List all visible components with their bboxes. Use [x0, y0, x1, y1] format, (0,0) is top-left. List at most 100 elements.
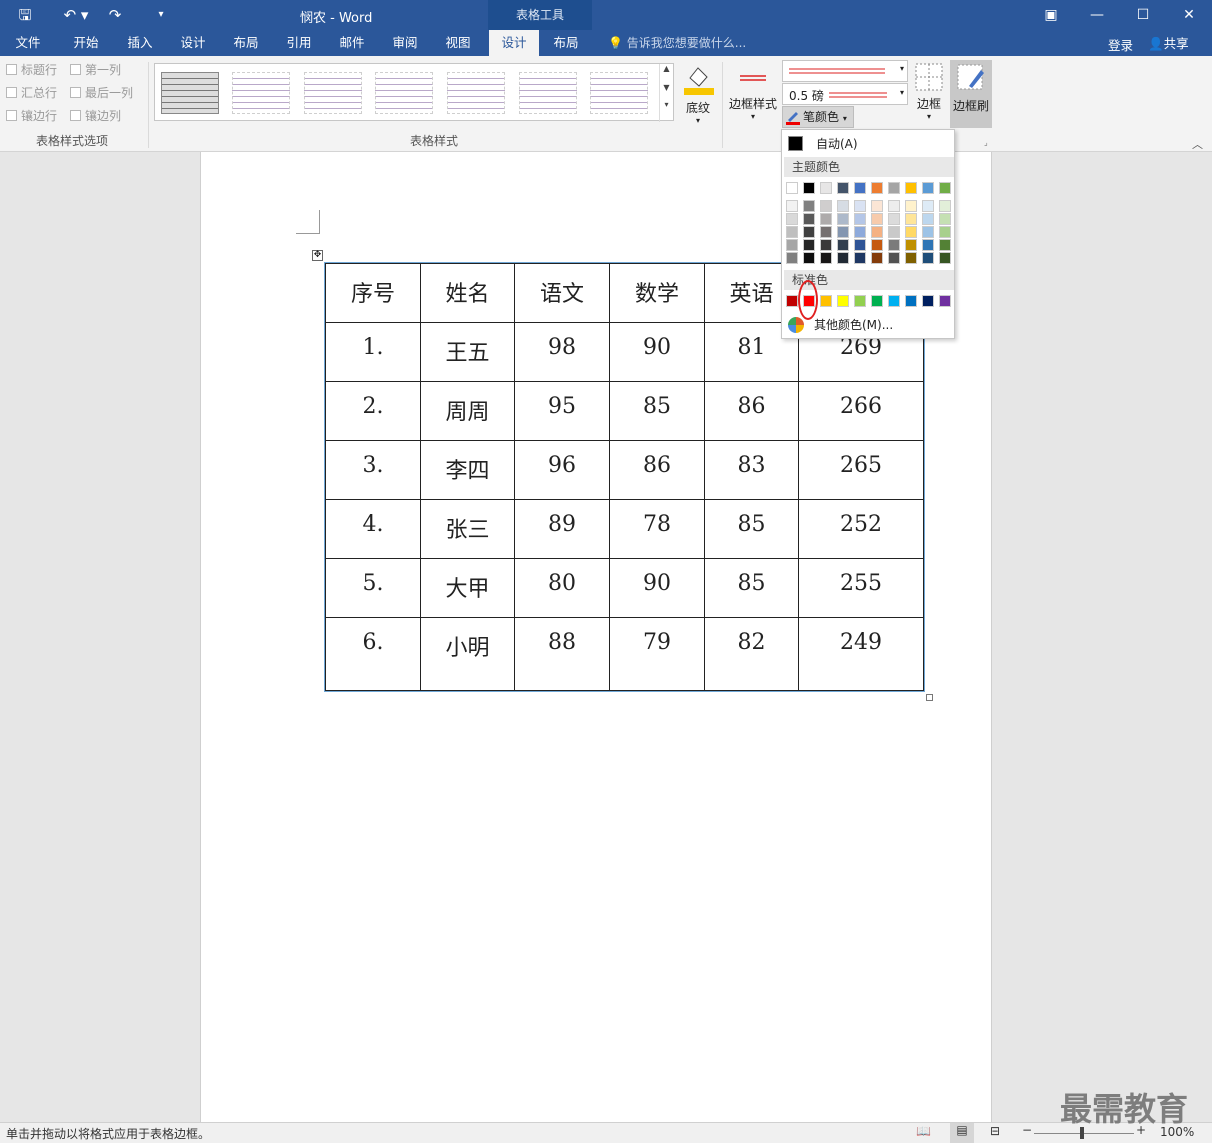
theme-color-swatch[interactable]: [820, 182, 832, 194]
theme-shade-swatch[interactable]: [939, 226, 951, 238]
theme-shade-swatch[interactable]: [803, 213, 815, 225]
redo-icon[interactable]: ↷: [104, 4, 126, 26]
theme-color-swatch[interactable]: [888, 182, 900, 194]
table-cell[interactable]: 96: [514, 440, 610, 500]
table-cell[interactable]: 6.: [325, 617, 421, 691]
table-header-cell[interactable]: 序号: [325, 263, 421, 323]
tab-view[interactable]: 视图: [434, 30, 482, 56]
theme-shade-swatch[interactable]: [922, 200, 934, 212]
theme-shade-swatch[interactable]: [905, 252, 917, 264]
table-cell[interactable]: 4.: [325, 499, 421, 559]
tab-layout[interactable]: 布局: [222, 30, 270, 56]
tab-references[interactable]: 引用: [275, 30, 323, 56]
theme-shade-swatch[interactable]: [939, 200, 951, 212]
theme-shade-swatch[interactable]: [803, 226, 815, 238]
theme-color-swatch[interactable]: [871, 182, 883, 194]
scroll-up-icon[interactable]: ▲: [660, 64, 673, 73]
standard-color-swatch[interactable]: [905, 295, 917, 307]
theme-shade-swatch[interactable]: [820, 213, 832, 225]
theme-shade-swatch[interactable]: [786, 213, 798, 225]
theme-shade-swatch[interactable]: [837, 252, 849, 264]
tab-table-design[interactable]: 设计: [489, 30, 539, 56]
ribbon-display-options-icon[interactable]: ▣: [1028, 2, 1074, 28]
theme-color-swatch[interactable]: [922, 182, 934, 194]
tab-insert[interactable]: 插入: [116, 30, 164, 56]
tell-me-search[interactable]: 💡 告诉我您想要做什么...: [608, 30, 746, 56]
table-cell[interactable]: 85: [704, 558, 799, 618]
table-cell[interactable]: 252: [798, 499, 924, 559]
table-cell[interactable]: 266: [798, 381, 924, 441]
theme-color-swatch[interactable]: [905, 182, 917, 194]
scroll-down-icon[interactable]: ▼: [660, 83, 673, 92]
table-cell[interactable]: 小明: [420, 617, 515, 691]
table-cell[interactable]: 95: [514, 381, 610, 441]
last-column-checkbox[interactable]: 最后一列: [70, 84, 133, 102]
theme-shade-swatch[interactable]: [854, 200, 866, 212]
theme-color-swatch[interactable]: [803, 182, 815, 194]
standard-color-swatch[interactable]: [871, 295, 883, 307]
table-cell[interactable]: 255: [798, 558, 924, 618]
gallery-more-icon[interactable]: ▾: [660, 100, 673, 109]
undo-icon[interactable]: ↶ ▾: [58, 4, 94, 26]
table-cell[interactable]: 86: [704, 381, 799, 441]
theme-shade-swatch[interactable]: [786, 252, 798, 264]
total-row-checkbox[interactable]: 汇总行: [6, 84, 57, 102]
table-cell[interactable]: 249: [798, 617, 924, 691]
theme-shade-swatch[interactable]: [871, 213, 883, 225]
table-style-thumbnail[interactable]: [590, 72, 648, 114]
table-style-thumbnail[interactable]: [304, 72, 362, 114]
table-cell[interactable]: 82: [704, 617, 799, 691]
theme-shade-swatch[interactable]: [854, 226, 866, 238]
standard-color-swatch[interactable]: [854, 295, 866, 307]
table-cell[interactable]: 265: [798, 440, 924, 500]
theme-shade-swatch[interactable]: [905, 200, 917, 212]
table-cell[interactable]: 89: [514, 499, 610, 559]
theme-shade-swatch[interactable]: [820, 239, 832, 251]
theme-shade-swatch[interactable]: [854, 252, 866, 264]
table-cell[interactable]: 90: [609, 558, 705, 618]
share-button[interactable]: 👤共享: [1148, 33, 1189, 52]
table-cell[interactable]: 78: [609, 499, 705, 559]
zoom-out-button[interactable]: −: [1022, 1123, 1032, 1137]
theme-shade-swatch[interactable]: [905, 226, 917, 238]
pen-color-button[interactable]: 笔颜色 ▾: [782, 106, 854, 128]
table-header-cell[interactable]: 语文: [514, 263, 610, 323]
table-cell[interactable]: 86: [609, 440, 705, 500]
theme-shade-swatch[interactable]: [786, 200, 798, 212]
standard-color-swatch[interactable]: [888, 295, 900, 307]
theme-shade-swatch[interactable]: [888, 213, 900, 225]
table-cell[interactable]: 79: [609, 617, 705, 691]
theme-shade-swatch[interactable]: [871, 226, 883, 238]
theme-shade-swatch[interactable]: [888, 200, 900, 212]
table-cell[interactable]: 2.: [325, 381, 421, 441]
standard-color-swatch[interactable]: [922, 295, 934, 307]
table-header-cell[interactable]: 数学: [609, 263, 705, 323]
line-style-dropdown[interactable]: ▾: [782, 60, 908, 82]
table-cell[interactable]: 83: [704, 440, 799, 500]
table-cell[interactable]: 张三: [420, 499, 515, 559]
banded-columns-checkbox[interactable]: 镶边列: [70, 107, 121, 125]
table-cell[interactable]: 5.: [325, 558, 421, 618]
tab-design[interactable]: 设计: [169, 30, 217, 56]
theme-shade-swatch[interactable]: [854, 213, 866, 225]
table-style-thumbnail[interactable]: [447, 72, 505, 114]
table-cell[interactable]: 王五: [420, 322, 515, 382]
zoom-slider[interactable]: [1034, 1133, 1134, 1134]
theme-shade-swatch[interactable]: [922, 239, 934, 251]
tab-file[interactable]: 文件: [4, 30, 52, 56]
theme-shade-swatch[interactable]: [854, 239, 866, 251]
theme-shade-swatch[interactable]: [922, 252, 934, 264]
banded-rows-checkbox[interactable]: 镶边行: [6, 107, 57, 125]
theme-shade-swatch[interactable]: [837, 239, 849, 251]
tab-mailings[interactable]: 邮件: [328, 30, 376, 56]
first-column-checkbox[interactable]: 第一列: [70, 61, 121, 79]
save-icon[interactable]: 🖫: [14, 4, 36, 26]
tab-review[interactable]: 审阅: [381, 30, 429, 56]
table-move-handle-icon[interactable]: ✥: [312, 250, 323, 261]
table-cell[interactable]: 周周: [420, 381, 515, 441]
sign-in-link[interactable]: 登录: [1108, 35, 1133, 54]
minimize-button[interactable]: —: [1074, 2, 1120, 28]
table-cell[interactable]: 98: [514, 322, 610, 382]
standard-color-swatch[interactable]: [820, 295, 832, 307]
automatic-color-option[interactable]: 自动(A): [782, 133, 954, 155]
